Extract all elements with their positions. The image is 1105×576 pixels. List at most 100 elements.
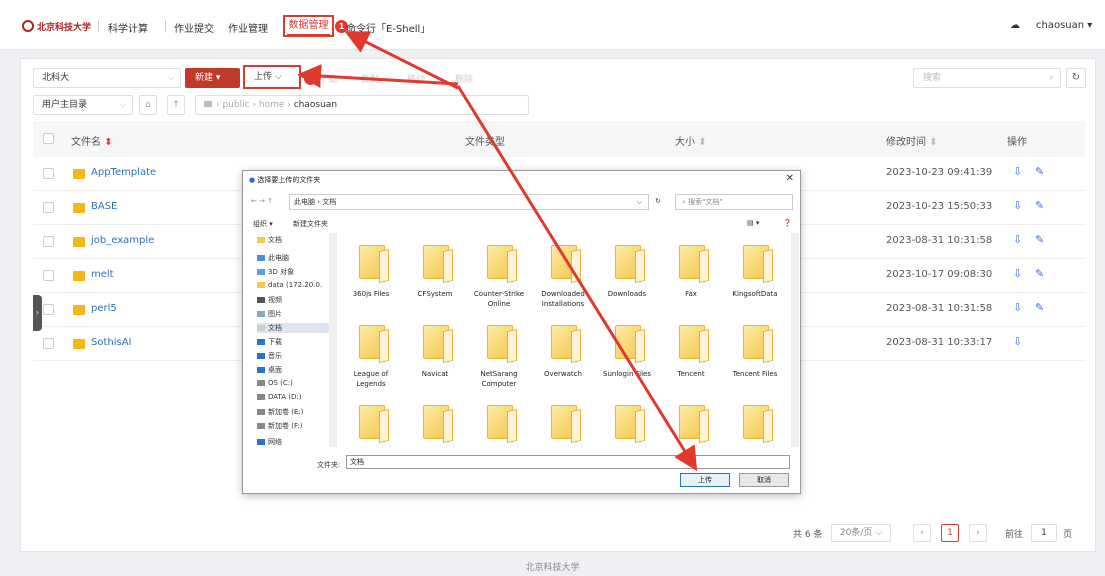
folder-item[interactable]: NetSarang Computer	[467, 315, 531, 391]
home-select[interactable]: 用户主目录 ⌵	[33, 95, 133, 115]
nav-item-compute[interactable]: 科学计算	[108, 20, 148, 35]
file-name[interactable]: perl5	[91, 303, 117, 314]
download-icon[interactable]: ⇩	[1013, 165, 1022, 178]
folder-item[interactable]: Fax	[659, 235, 723, 311]
folder-item[interactable]: Downloaded Installations	[531, 235, 595, 311]
folder-item[interactable]: Tencent	[659, 315, 723, 391]
file-name[interactable]: job_example	[91, 235, 154, 246]
row-checkbox[interactable]	[43, 270, 54, 281]
edit-icon[interactable]: ✎	[1035, 233, 1044, 246]
folder-item[interactable]: Sunlogin Files	[595, 315, 659, 391]
user-menu[interactable]: chaosuan ▾	[1036, 20, 1092, 31]
breadcrumb-public[interactable]: public	[222, 100, 249, 110]
cluster-select[interactable]: 北科大 ⌵	[33, 68, 181, 88]
page-size-select[interactable]: 20条/页 ⌵	[831, 524, 891, 542]
download-button[interactable]: 下载	[319, 72, 337, 85]
folder-item[interactable]	[403, 395, 467, 447]
row-checkbox[interactable]	[43, 236, 54, 247]
help-icon[interactable]: ❓	[783, 219, 792, 227]
row-checkbox[interactable]	[43, 202, 54, 213]
edit-icon[interactable]: ✎	[1035, 301, 1044, 314]
download-icon[interactable]: ⇩	[1013, 335, 1022, 348]
folder-item[interactable]: KingsoftData	[723, 235, 787, 311]
refresh-icon[interactable]: ↻	[655, 197, 661, 205]
select-all-checkbox[interactable]	[43, 133, 54, 144]
page-1[interactable]: 1	[941, 524, 959, 542]
university-logo[interactable]: 北京科技大学	[22, 19, 94, 33]
nav-item-shell[interactable]: 命令行「E-Shell」	[346, 20, 430, 35]
folder-item[interactable]	[595, 395, 659, 447]
upload-button[interactable]: 上传 ⌵	[243, 65, 301, 89]
tree-item[interactable]: 新加卷 (F:)	[257, 421, 303, 431]
folder-item[interactable]	[467, 395, 531, 447]
copy-button[interactable]: 复制	[361, 72, 379, 85]
view-menu-icon[interactable]: ▤ ▾	[747, 219, 759, 227]
goto-input[interactable]: 1	[1031, 524, 1057, 542]
folder-item[interactable]: Tencent Files	[723, 315, 787, 391]
tree-item[interactable]: OS (C:)	[257, 379, 293, 387]
prev-page-icon[interactable]: ‹	[913, 524, 931, 542]
folder-item[interactable]	[659, 395, 723, 447]
download-icon[interactable]: ⇩	[1013, 233, 1022, 246]
tree-item[interactable]: 文档	[257, 235, 282, 245]
header-mtime[interactable]: 修改时间 ⬍	[886, 133, 938, 148]
tree-item[interactable]: 下载	[257, 337, 282, 347]
search-input[interactable]: 搜索 ⌕	[913, 68, 1061, 88]
file-name[interactable]: SothisAI	[91, 337, 132, 348]
file-name[interactable]: melt	[91, 269, 114, 280]
edit-icon[interactable]: ✎	[1035, 267, 1044, 280]
dialog-upload-button[interactable]: 上传	[680, 473, 730, 487]
folder-name-input[interactable]: 文档	[346, 455, 790, 469]
folder-item[interactable]: Downloads	[595, 235, 659, 311]
tree-item[interactable]: 新加卷 (E:)	[257, 407, 303, 417]
file-name[interactable]: BASE	[91, 201, 117, 212]
home-icon[interactable]: ⌂	[139, 95, 157, 115]
file-name[interactable]: AppTemplate	[91, 167, 156, 178]
tree-item[interactable]: 视频	[257, 295, 282, 305]
tree-item[interactable]: 桌面	[257, 365, 282, 375]
new-folder-button[interactable]: 新建文件夹	[293, 219, 328, 229]
dialog-cancel-button[interactable]: 取消	[739, 473, 789, 487]
refresh-icon[interactable]: ↻	[1066, 68, 1086, 88]
edit-icon[interactable]: ✎	[1035, 199, 1044, 212]
dialog-search-input[interactable]: ⌕ 搜索"文档"	[675, 194, 793, 210]
nav-item-data[interactable]: 数据管理	[283, 15, 334, 37]
folder-item[interactable]	[531, 395, 595, 447]
folder-item[interactable]	[339, 395, 403, 447]
folder-item[interactable]	[723, 395, 787, 447]
row-checkbox[interactable]	[43, 338, 54, 349]
up-arrow-icon[interactable]: ↑	[167, 95, 185, 115]
folder-item[interactable]: CFSystem	[403, 235, 467, 311]
breadcrumb-home[interactable]: home	[259, 100, 285, 110]
folder-item[interactable]: Overwatch	[531, 315, 595, 391]
header-name[interactable]: 文件名 ⬍	[71, 133, 113, 148]
tree-item[interactable]: 3D 对象	[257, 267, 294, 277]
new-button[interactable]: 新建 ▾	[185, 68, 240, 88]
tree-item[interactable]: data (172.20.0.	[257, 281, 322, 289]
row-checkbox[interactable]	[43, 304, 54, 315]
nav-item-submit[interactable]: 作业提交	[174, 20, 214, 35]
organize-menu[interactable]: 组织 ▾	[253, 219, 273, 229]
tree-scrollbar[interactable]	[329, 233, 337, 447]
close-icon[interactable]: ✕	[786, 173, 794, 184]
tree-item[interactable]: 图片	[257, 309, 282, 319]
tree-item-selected[interactable]: 文档	[257, 323, 335, 333]
move-button[interactable]: 移动	[407, 72, 425, 85]
next-page-icon[interactable]: ›	[969, 524, 987, 542]
nav-arrows[interactable]: ← → ↑	[251, 197, 273, 205]
download-icon[interactable]: ⇩	[1013, 267, 1022, 280]
folder-item[interactable]: 360js Files	[339, 235, 403, 311]
tree-item[interactable]: DATA (D:)	[257, 393, 301, 401]
folder-item[interactable]: League of Legends	[339, 315, 403, 391]
tree-item[interactable]: 此电脑	[257, 253, 289, 263]
header-size[interactable]: 大小 ⬍	[675, 133, 707, 148]
address-bar[interactable]: 此电脑 › 文档 ⌵	[289, 194, 649, 210]
folder-item[interactable]: Navicat	[403, 315, 467, 391]
row-checkbox[interactable]	[43, 168, 54, 179]
download-icon[interactable]: ⇩	[1013, 199, 1022, 212]
tree-item[interactable]: 网络	[257, 437, 282, 447]
download-icon[interactable]: ⇩	[1013, 301, 1022, 314]
grid-scrollbar[interactable]	[791, 233, 799, 447]
nav-item-manage[interactable]: 作业管理	[228, 20, 268, 35]
tree-item[interactable]: 音乐	[257, 351, 282, 361]
